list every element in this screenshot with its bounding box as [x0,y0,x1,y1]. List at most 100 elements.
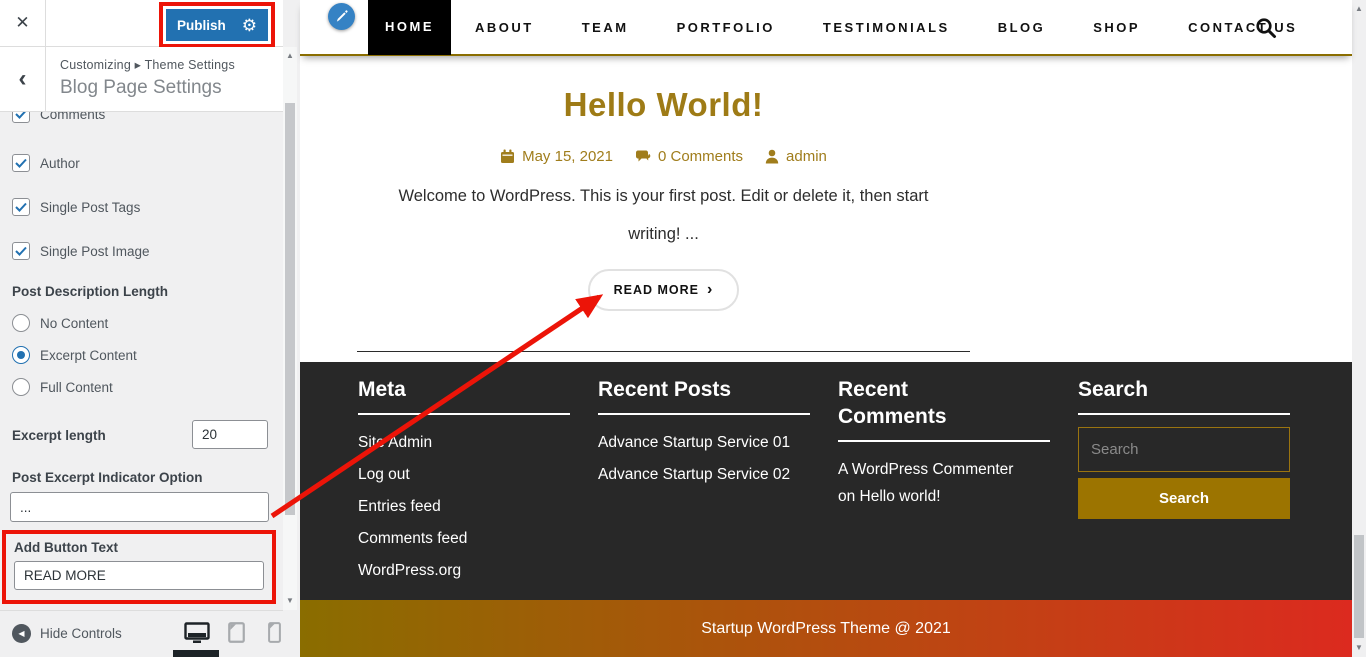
preview-scrollbar-thumb[interactable] [1354,535,1364,638]
edit-pencil-button[interactable] [328,3,355,30]
preview-tablet-button[interactable] [228,622,245,646]
preview-scrollbar[interactable]: ▲ ▼ [1352,0,1366,657]
checkbox-comments[interactable]: Comments [12,112,105,123]
footer-widget-meta: Meta Site Admin Log out Entries feed Com… [358,376,570,587]
footer-widget-recent-posts: Recent Posts Advance Startup Service 01 … [598,376,810,491]
add-button-text-input[interactable] [14,561,264,590]
chevron-right-icon: › [707,285,713,295]
footer-widget-search: Search Search [1078,376,1290,519]
panel-title: Blog Page Settings [60,77,235,99]
excerpt-length-input[interactable] [192,420,268,449]
publish-button[interactable]: Publish [177,18,226,33]
nav-item-about[interactable]: ABOUT [451,20,558,35]
nav-item-blog[interactable]: BLOG [974,20,1070,35]
content-divider [357,351,970,352]
annotation-box-add-button-text: Add Button Text [2,530,276,604]
post-meta: May 15, 2021 0 Comments admin [357,148,970,165]
footer-search-input[interactable] [1078,427,1290,472]
nav-item-testimonials[interactable]: TESTIMONIALS [799,20,974,35]
radio-icon [12,314,30,332]
post-author-link[interactable]: admin [765,148,827,165]
footer-copyright-bar: Startup WordPress Theme @ 2021 [300,600,1352,657]
widget-title-underline [838,440,1050,442]
customizer-screen: ✕ Publish ⚙ ‹ Customizing ▸ Theme Settin… [0,0,1366,657]
scroll-up-icon[interactable]: ▲ [1352,2,1366,16]
scroll-up-icon[interactable]: ▲ [283,49,297,63]
footer-link-site-admin[interactable]: Site Admin [358,427,570,459]
nav-items: HOME ABOUT TEAM PORTFOLIO TESTIMONIALS B… [368,0,1321,55]
nav-item-portfolio[interactable]: PORTFOLIO [653,20,799,35]
annotation-box-publish: Publish ⚙ [159,2,275,48]
hide-controls-label: Hide Controls [40,626,122,641]
close-icon: ✕ [15,13,29,32]
footer-widget-recent-comments: Recent Comments A WordPress Commenter on… [838,376,1050,510]
recent-comment-author[interactable]: A WordPress Commenter [838,456,1050,483]
radio-excerpt-content[interactable]: Excerpt Content [12,346,137,364]
post-comments-link[interactable]: 0 Comments [635,148,743,165]
checkbox-checked-icon [12,242,30,260]
gear-icon[interactable]: ⚙ [242,17,257,34]
read-more-button[interactable]: READ MORE › [588,269,740,311]
footer-search-button[interactable]: Search [1078,478,1290,519]
recent-comment-post[interactable]: on Hello world! [838,483,1050,510]
widget-title-underline [598,413,810,415]
widget-title: Search [1078,376,1290,403]
widget-title-underline [1078,413,1290,415]
check-icon [15,112,27,119]
section-header: ‹ Customizing ▸ Theme Settings Blog Page… [0,47,283,112]
checkbox-single-post-image[interactable]: Single Post Image [12,242,150,260]
sidebar-scrollbar-thumb[interactable] [285,103,295,515]
radio-label: Excerpt Content [40,348,137,363]
panel-content: Comments Author Single Post Tags Single … [0,112,283,610]
checkbox-checked-icon [12,154,30,172]
preview-desktop-button[interactable] [184,622,210,647]
scroll-down-icon[interactable]: ▼ [283,594,297,608]
checkbox-label: Author [40,156,80,171]
radio-label: Full Content [40,380,113,395]
hide-controls-button[interactable]: ◀ Hide Controls [12,624,122,643]
copyright-text: Startup WordPress Theme @ 2021 [701,620,951,638]
post-excerpt-indicator-input[interactable] [10,492,269,522]
widget-title: Recent Posts [598,376,810,403]
footer-link-entries-feed[interactable]: Entries feed [358,491,570,523]
sidebar-scrollbar[interactable]: ▲ ▼ [283,47,297,610]
footer-link-comments-feed[interactable]: Comments feed [358,523,570,555]
preview-mobile-button[interactable] [268,622,281,646]
checkbox-single-post-tags[interactable]: Single Post Tags [12,198,140,216]
excerpt-length-label: Excerpt length [12,428,106,443]
checkbox-checked-icon [12,198,30,216]
radio-selected-icon [12,346,30,364]
post-description-length-label: Post Description Length [12,284,168,299]
widget-title: Recent Comments [838,376,988,430]
post-date: May 15, 2021 [500,148,613,165]
checkbox-author[interactable]: Author [12,154,80,172]
widget-title-underline [358,413,570,415]
collapse-arrow-icon: ◀ [12,624,31,643]
checkbox-label: Single Post Tags [40,200,140,215]
blog-post: Hello World! May 15, 2021 [357,58,970,352]
person-icon [765,149,779,164]
close-customizer-button[interactable]: ✕ [0,0,46,46]
pencil-icon [335,10,348,23]
footer-link-wordpress-org[interactable]: WordPress.org [358,555,570,587]
radio-no-content[interactable]: No Content [12,314,108,332]
check-icon [15,246,27,256]
search-icon[interactable] [1255,17,1277,42]
calendar-icon [500,149,515,164]
check-icon [15,202,27,212]
header-text: Customizing ▸ Theme Settings Blog Page S… [60,57,235,99]
nav-item-team[interactable]: TEAM [558,20,653,35]
nav-item-home[interactable]: HOME [368,0,451,55]
post-excerpt: Welcome to WordPress. This is your first… [357,177,970,253]
scroll-down-icon[interactable]: ▼ [1352,641,1366,655]
footer-link-log-out[interactable]: Log out [358,459,570,491]
back-button[interactable]: ‹ [0,47,46,111]
nav-item-contact-us[interactable]: CONTACT US [1164,20,1321,35]
recent-post-link-1[interactable]: Advance Startup Service 01 [598,427,810,459]
recent-post-link-2[interactable]: Advance Startup Service 02 [598,459,810,491]
mobile-icon [268,622,281,643]
checkbox-label: Single Post Image [40,244,150,259]
radio-full-content[interactable]: Full Content [12,378,113,396]
nav-item-shop[interactable]: SHOP [1069,20,1164,35]
checkbox-checked-icon [12,112,30,123]
